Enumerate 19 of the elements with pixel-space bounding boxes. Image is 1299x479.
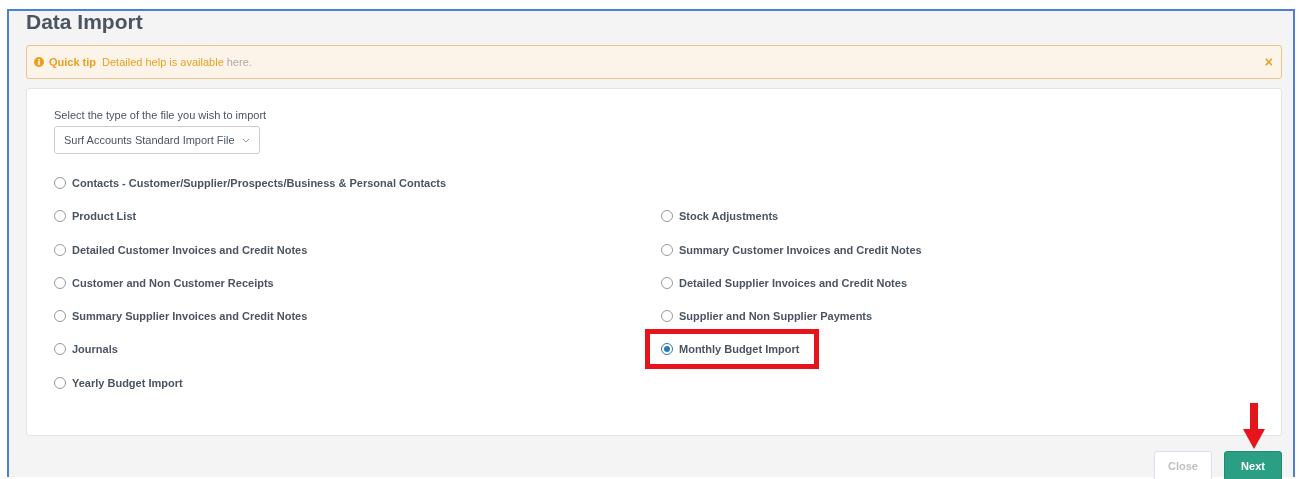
radio-option[interactable]: Yearly Budget Import <box>54 376 183 389</box>
radio-option[interactable]: Monthly Budget Import <box>661 343 800 356</box>
radio-option[interactable]: Detailed Supplier Invoices and Credit Notes <box>661 276 907 289</box>
radio-option[interactable]: Summary Customer Invoices and Credit Notes <box>661 243 922 256</box>
tip-label: Quick tip <box>49 56 97 68</box>
radio-option[interactable]: Detailed Customer Invoices and Credit Notes <box>54 243 308 256</box>
field-label: Select the type of the file you wish to import <box>54 109 268 121</box>
radio-option[interactable]: Supplier and Non Supplier Payments <box>661 310 873 323</box>
tip-message: Detailed help is available <box>102 56 224 68</box>
radio-option[interactable]: Journals <box>54 343 118 356</box>
chevron-down-icon <box>242 137 250 143</box>
radio-option[interactable]: Contacts - Customer/Supplier/Prospects/Business & Personal Contacts <box>54 177 447 189</box>
file-type-dropdown[interactable]: Surf Accounts Standard Import File <box>54 126 260 154</box>
radio-option[interactable]: Product List <box>54 210 137 223</box>
radio-option[interactable]: Stock Adjustments <box>661 210 779 223</box>
radio-option[interactable]: Customer and Non Customer Receipts <box>54 276 274 289</box>
page-title: Data Import <box>26 11 144 33</box>
radio-option[interactable]: Summary Supplier Invoices and Credit Notes <box>54 310 308 323</box>
info-icon <box>34 57 44 67</box>
